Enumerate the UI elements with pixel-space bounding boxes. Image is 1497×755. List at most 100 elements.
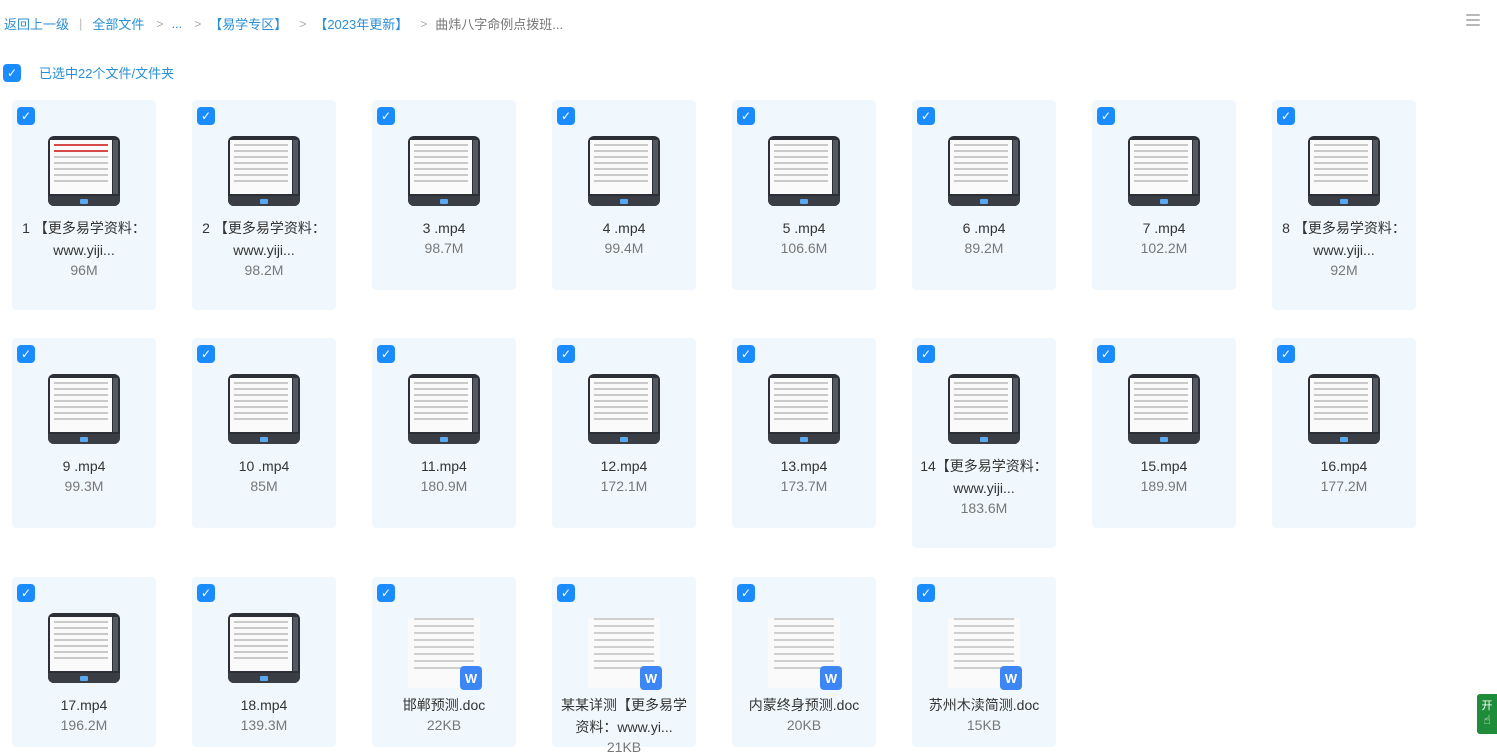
chevron-right-icon: > (156, 16, 164, 31)
file-checkbox[interactable]: ✓ (1097, 345, 1115, 363)
file-checkbox[interactable]: ✓ (557, 345, 575, 363)
video-thumbnail (948, 374, 1020, 444)
video-preview (948, 374, 1020, 444)
video-file-card[interactable]: ✓ 17.mp4 196.2M (12, 577, 156, 747)
play-icon (260, 199, 268, 204)
play-icon (620, 437, 628, 442)
file-size: 21KB (606, 739, 642, 755)
file-checkbox[interactable]: ✓ (197, 584, 215, 602)
video-file-card[interactable]: ✓ 1 【更多易学资料：www.yiji... 96M (12, 100, 156, 310)
video-preview (1308, 374, 1380, 444)
play-icon (1340, 437, 1348, 442)
file-checkbox[interactable]: ✓ (917, 584, 935, 602)
video-thumbnail (48, 374, 120, 444)
file-checkbox[interactable]: ✓ (737, 107, 755, 125)
file-name: 某某详测【更多易学资料：www.yi... (561, 697, 687, 735)
breadcrumb-ellipsis[interactable]: ... (171, 16, 182, 31)
file-size: 106.6M (780, 240, 828, 256)
file-name: 苏州木渎简测.doc (928, 697, 1040, 713)
video-file-card[interactable]: ✓ 18.mp4 139.3M (192, 577, 336, 747)
video-file-card[interactable]: ✓ 16.mp4 177.2M (1272, 338, 1416, 528)
doc-file-card[interactable]: ✓ W 内蒙终身预测.doc 20KB (732, 577, 876, 747)
file-name: 18.mp4 (240, 697, 288, 713)
file-size: 98.2M (244, 262, 284, 278)
file-checkbox[interactable]: ✓ (377, 584, 395, 602)
doc-thumbnail: W (948, 613, 1022, 690)
video-thumbnail (408, 374, 480, 444)
video-file-card[interactable]: ✓ 14【更多易学资料：www.yiji... 183.6M (912, 338, 1056, 548)
divider: | (79, 16, 83, 31)
breadcrumb-all-files[interactable]: 全部文件 (92, 14, 144, 33)
file-name: 4 .mp4 (602, 220, 646, 236)
file-size: 172.1M (600, 478, 648, 494)
file-name: 3 .mp4 (422, 220, 466, 236)
file-name: 2 【更多易学资料：www.yiji... (202, 220, 326, 258)
doc-file-card[interactable]: ✓ W 邯郸预测.doc 22KB (372, 577, 516, 747)
video-preview (948, 136, 1020, 206)
video-file-card[interactable]: ✓ 5 .mp4 106.6M (732, 100, 876, 290)
selection-bar: ✓ 已选中22个文件/文件夹 (3, 63, 174, 82)
file-checkbox[interactable]: ✓ (917, 345, 935, 363)
file-checkbox[interactable]: ✓ (377, 107, 395, 125)
file-name: 16.mp4 (1320, 458, 1368, 474)
video-preview (228, 136, 300, 206)
file-checkbox[interactable]: ✓ (17, 345, 35, 363)
file-checkbox[interactable]: ✓ (197, 107, 215, 125)
video-preview (588, 136, 660, 206)
file-size: 99.4M (604, 240, 644, 256)
file-checkbox[interactable]: ✓ (377, 345, 395, 363)
file-checkbox[interactable]: ✓ (557, 107, 575, 125)
file-checkbox[interactable]: ✓ (17, 584, 35, 602)
breadcrumb-folder-2023[interactable]: 【2023年更新】 (314, 14, 408, 33)
select-all-checkbox[interactable]: ✓ (3, 63, 21, 82)
video-file-card[interactable]: ✓ 2 【更多易学资料：www.yiji... 98.2M (192, 100, 336, 310)
breadcrumb-folder-yixue[interactable]: 【易学专区】 (209, 14, 287, 33)
video-file-card[interactable]: ✓ 3 .mp4 98.7M (372, 100, 516, 290)
breadcrumb-current: 曲炜八字命例点拨班... (435, 17, 564, 32)
video-thumbnail (228, 136, 300, 206)
file-checkbox[interactable]: ✓ (557, 584, 575, 602)
video-thumbnail (1128, 374, 1200, 444)
file-checkbox[interactable]: ✓ (737, 584, 755, 602)
video-preview (48, 374, 120, 444)
file-checkbox[interactable]: ✓ (917, 107, 935, 125)
file-checkbox[interactable]: ✓ (737, 345, 755, 363)
video-file-card[interactable]: ✓ 10 .mp4 85M (192, 338, 336, 528)
video-preview (588, 374, 660, 444)
file-size: 183.6M (960, 500, 1008, 516)
video-thumbnail (228, 374, 300, 444)
video-file-card[interactable]: ✓ 7 .mp4 102.2M (1092, 100, 1236, 290)
video-file-card[interactable]: ✓ 15.mp4 189.9M (1092, 338, 1236, 528)
file-checkbox[interactable]: ✓ (197, 345, 215, 363)
word-doc-icon: W (1000, 666, 1022, 690)
video-file-card[interactable]: ✓ 9 .mp4 99.3M (12, 338, 156, 528)
video-file-card[interactable]: ✓ 13.mp4 173.7M (732, 338, 876, 528)
doc-thumbnail: W (408, 613, 482, 690)
file-checkbox[interactable]: ✓ (1277, 345, 1295, 363)
play-icon (1160, 437, 1168, 442)
file-size: 98.7M (424, 240, 464, 256)
play-icon (800, 199, 808, 204)
play-icon (800, 437, 808, 442)
video-file-card[interactable]: ✓ 8 【更多易学资料：www.yiji... 92M (1272, 100, 1416, 310)
video-file-card[interactable]: ✓ 11.mp4 180.9M (372, 338, 516, 528)
video-thumbnail (228, 613, 300, 683)
video-file-card[interactable]: ✓ 6 .mp4 89.2M (912, 100, 1056, 290)
back-link[interactable]: 返回上一级 (4, 14, 69, 33)
doc-file-card[interactable]: ✓ W 某某详测【更多易学资料：www.yi... 21KB (552, 577, 696, 755)
file-name: 9 .mp4 (62, 458, 106, 474)
video-preview (768, 136, 840, 206)
hand-icon: ☝ (1483, 713, 1491, 727)
doc-file-card[interactable]: ✓ W 苏州木渎简测.doc 15KB (912, 577, 1056, 747)
video-thumbnail (588, 136, 660, 206)
file-checkbox[interactable]: ✓ (1277, 107, 1295, 125)
list-view-icon[interactable] (1466, 14, 1480, 30)
floating-helper-button[interactable]: 开 ☝ (1477, 694, 1497, 734)
file-name: 13.mp4 (780, 458, 828, 474)
file-checkbox[interactable]: ✓ (1097, 107, 1115, 125)
file-checkbox[interactable]: ✓ (17, 107, 35, 125)
play-icon (260, 676, 268, 681)
video-file-card[interactable]: ✓ 4 .mp4 99.4M (552, 100, 696, 290)
video-file-card[interactable]: ✓ 12.mp4 172.1M (552, 338, 696, 528)
video-thumbnail (1128, 136, 1200, 206)
